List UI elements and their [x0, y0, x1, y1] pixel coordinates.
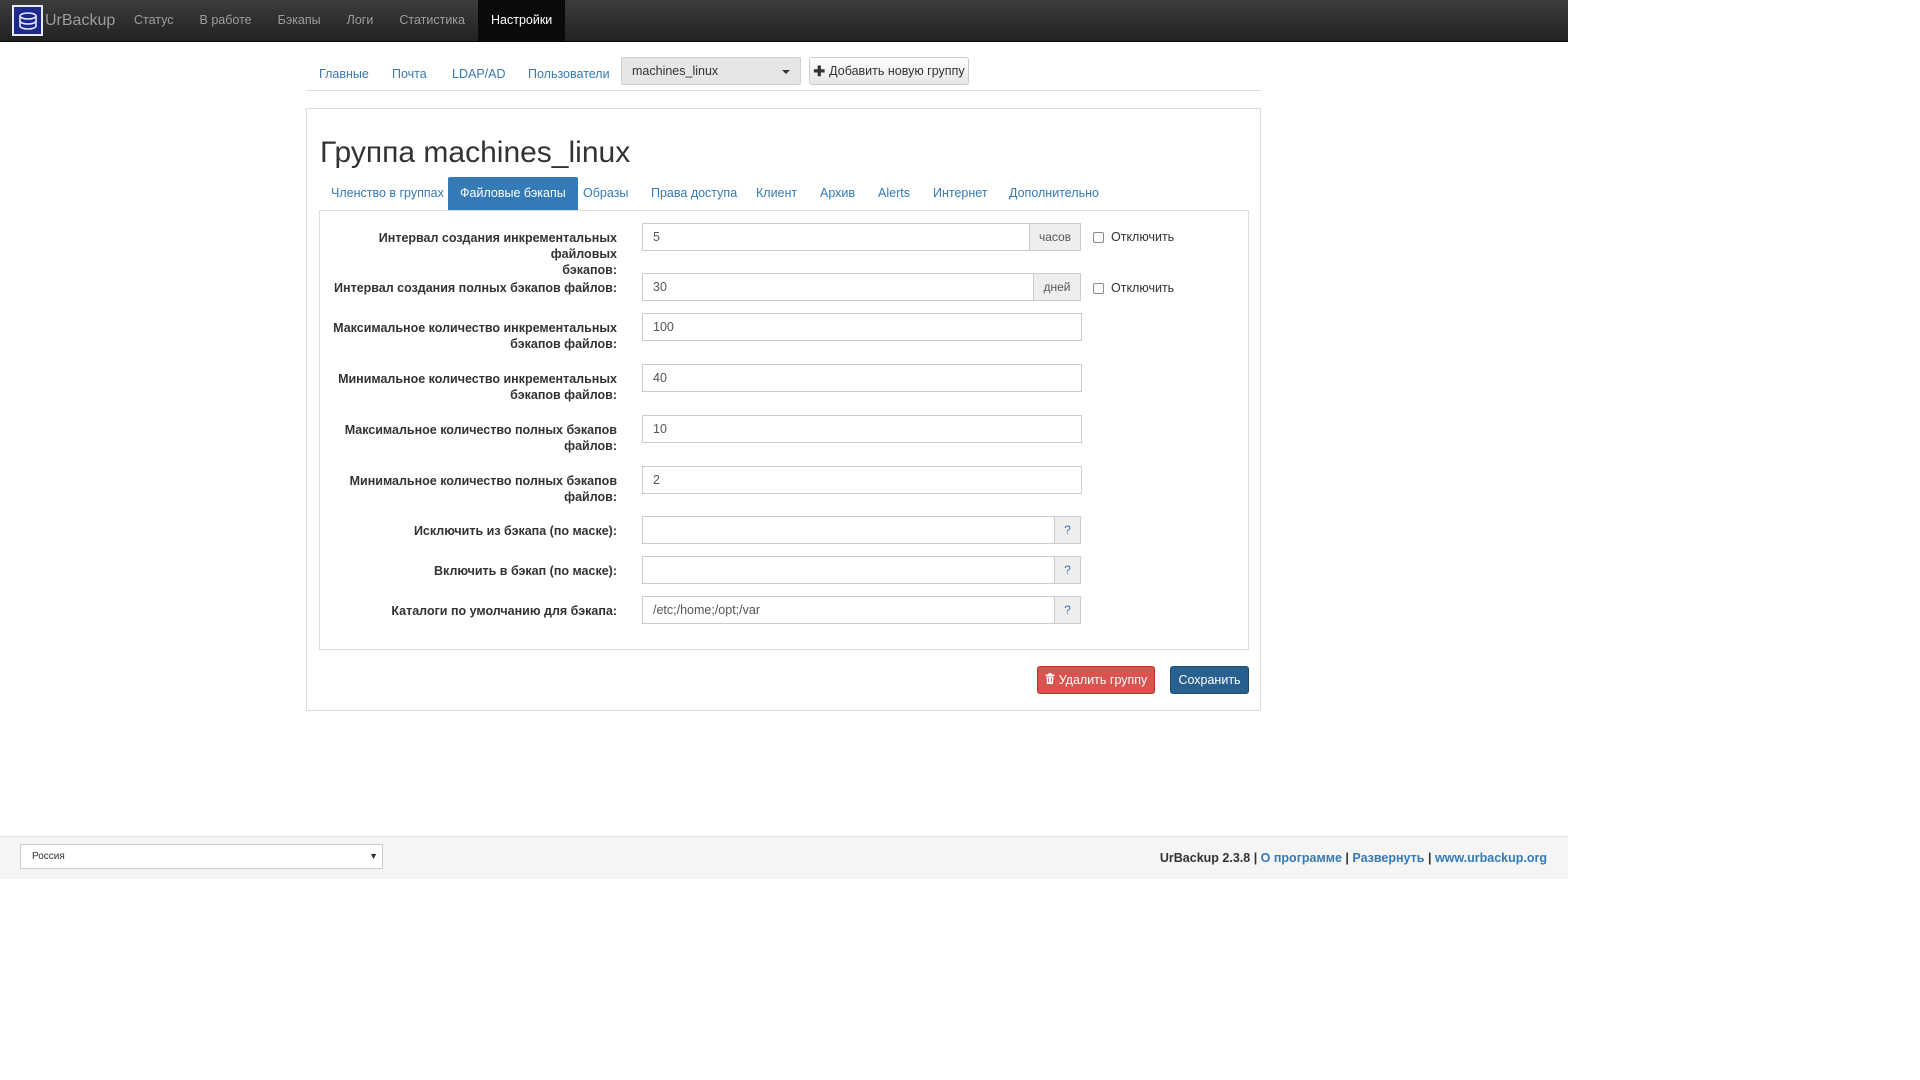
exclude-label: Исключить из бэкапа (по маске): — [413, 524, 617, 538]
subtab-advanced[interactable]: Дополнительно — [997, 177, 1111, 210]
include-input[interactable] — [642, 556, 1055, 584]
brand[interactable]: UrBackup — [12, 4, 115, 37]
include-help-button[interactable]: ? — [1054, 556, 1081, 584]
expand-link[interactable]: Развернуть — [1352, 851, 1424, 865]
tab-general[interactable]: Главные — [319, 67, 369, 81]
subtab-membership[interactable]: Членство в группах — [319, 177, 456, 210]
exclude-help-button[interactable]: ? — [1054, 516, 1081, 544]
default-dirs-help-button[interactable]: ? — [1054, 596, 1081, 624]
hours-unit-addon: часов — [1029, 223, 1081, 251]
subtab-images[interactable]: Образы — [571, 177, 640, 210]
incr-disable-checkbox[interactable] — [1093, 231, 1104, 243]
delete-group-label: Удалить группу — [1058, 673, 1148, 687]
about-link[interactable]: О программе — [1261, 851, 1342, 865]
min-incr-label: Минимальное количество инкрементальных бэ… — [338, 372, 617, 402]
incr-interval-label: Интервал создания инкрементальных файлов… — [378, 231, 617, 277]
subtab-permissions[interactable]: Права доступа — [639, 177, 749, 210]
incr-interval-input[interactable]: 5 — [642, 223, 1030, 251]
tab-mail[interactable]: Почта — [392, 67, 427, 81]
language-select[interactable]: Россия ▼ — [20, 844, 383, 869]
website-link[interactable]: www.urbackup.org — [1435, 851, 1547, 865]
page-title: Группа machines_linux — [320, 136, 631, 169]
group-select-value: machines_linux — [632, 64, 719, 78]
min-incr-input[interactable]: 40 — [642, 364, 1082, 392]
nav-item-settings[interactable]: Настройки — [478, 0, 566, 41]
exclude-input[interactable] — [642, 516, 1055, 544]
plus-icon: ✚ — [813, 62, 826, 79]
tab-users[interactable]: Пользователи — [528, 67, 610, 81]
incr-interval-disable[interactable]: Отключить — [1093, 230, 1174, 244]
footer-links: UrBackup 2.3.8 | О программе | Развернут… — [1159, 851, 1547, 865]
top-navbar: UrBackup Статус В работе Бэкапы Логи Ста… — [0, 0, 1568, 42]
max-incr-input[interactable]: 100 — [642, 313, 1082, 341]
full-disable-checkbox[interactable] — [1093, 282, 1104, 294]
subtab-file-backups[interactable]: Файловые бэкапы — [448, 177, 578, 210]
footer: Россия ▼ UrBackup 2.3.8 | О программе | … — [0, 836, 1568, 879]
add-group-button[interactable]: ✚ Добавить новую группу — [809, 57, 969, 85]
save-button[interactable]: Сохранить — [1170, 666, 1249, 694]
subtab-client[interactable]: Клиент — [744, 177, 809, 210]
language-select-value: Россия — [32, 851, 65, 862]
max-incr-label: Максимальное количество инкрементальных б… — [333, 321, 617, 351]
file-backup-settings-form: Интервал создания инкрементальных файлов… — [319, 210, 1249, 650]
add-group-label: Добавить новую группу — [829, 64, 965, 78]
min-full-input[interactable]: 2 — [642, 466, 1082, 494]
subtab-internet[interactable]: Интернет — [921, 177, 1000, 210]
delete-group-button[interactable]: Удалить группу — [1037, 666, 1155, 694]
nav-item-logs[interactable]: Логи — [334, 0, 387, 41]
brand-name: UrBackup — [45, 11, 116, 29]
full-interval-label: Интервал создания полных бэкапов файлов: — [334, 281, 617, 295]
tab-ldap[interactable]: LDAP/AD — [452, 67, 506, 81]
min-full-label: Минимальное количество полных бэкапов фай… — [349, 474, 617, 504]
help-icon: ? — [1064, 523, 1071, 537]
help-icon: ? — [1064, 603, 1071, 617]
subtab-alerts[interactable]: Alerts — [866, 177, 922, 210]
group-panel: Группа machines_linux Членство в группах… — [306, 108, 1261, 711]
include-label: Включить в бэкап (по маске): — [434, 564, 617, 578]
days-unit-addon: дней — [1033, 273, 1081, 301]
caret-down-icon — [782, 70, 790, 74]
nav-item-statistics[interactable]: Статистика — [386, 0, 478, 41]
full-interval-input[interactable]: 30 — [642, 273, 1034, 301]
default-dirs-label: Каталоги по умолчанию для бэкапа: — [391, 604, 617, 618]
urbackup-logo-icon — [12, 5, 43, 36]
settings-tabs: Главные Почта LDAP/AD Пользователи machi… — [306, 56, 1261, 91]
max-full-label: Максимальное количество полных бэкапов фа… — [344, 423, 617, 453]
max-full-input[interactable]: 10 — [642, 415, 1082, 443]
default-dirs-input[interactable]: /etc;/home;/opt;/var — [642, 596, 1055, 624]
trash-icon — [1045, 673, 1055, 687]
version-text: UrBackup 2.3.8 — [1159, 851, 1251, 865]
nav-item-status[interactable]: Статус — [121, 0, 187, 41]
nav-item-in-progress[interactable]: В работе — [187, 0, 265, 41]
full-interval-disable[interactable]: Отключить — [1093, 281, 1174, 295]
group-select[interactable]: machines_linux — [621, 57, 801, 85]
nav-item-backups[interactable]: Бэкапы — [265, 0, 334, 41]
subtab-archive[interactable]: Архив — [808, 177, 867, 210]
help-icon: ? — [1064, 563, 1071, 577]
caret-down-icon: ▼ — [369, 851, 378, 861]
